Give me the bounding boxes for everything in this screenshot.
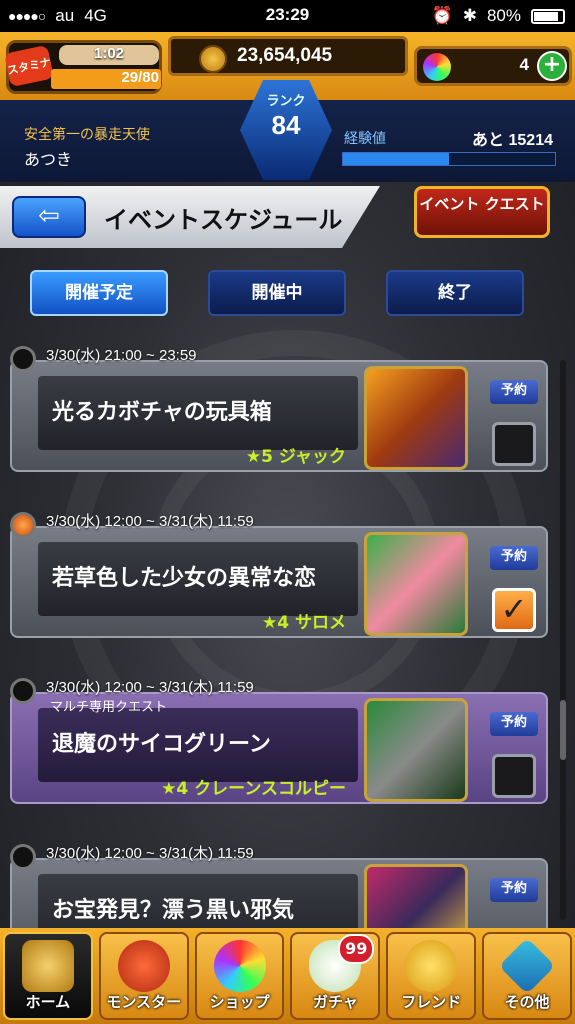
- gold-value: 23,654,045: [237, 45, 333, 66]
- checkmark-icon: ✓: [500, 590, 528, 628]
- event-card[interactable]: 光るカボチャの玩具箱 ★5 ジャック 予約 3/30(水) 21:00 ~ 23…: [10, 346, 548, 472]
- event-monster: ★4 サロメ: [262, 613, 346, 633]
- list-scrollbar[interactable]: [560, 360, 566, 920]
- monster-portrait-jack: [364, 366, 468, 470]
- schedule-tabs: 開催予定 開催中 終了: [30, 270, 530, 316]
- alarm-icon: ⏰: [431, 6, 453, 25]
- title-bar: ⇦ イベントスケジュール: [0, 186, 380, 248]
- page-title: イベントスケジュール: [104, 206, 343, 234]
- nav-home-label: ホーム: [25, 993, 71, 1011]
- battery-percent: 80%: [486, 6, 521, 25]
- reserve-label: 予約: [490, 712, 538, 736]
- battery-icon: [531, 8, 565, 24]
- monster-portrait-crane-scorpy: [364, 698, 468, 802]
- tab-ongoing[interactable]: 開催中: [208, 270, 346, 316]
- orb-count: 4: [519, 55, 529, 74]
- event-status-dot: [10, 678, 36, 704]
- player-name: あつき: [24, 150, 73, 169]
- event-info: マルチ専用クエスト 退魔のサイコグリーン: [38, 700, 358, 782]
- nav-gacha-label: ガチャ: [312, 993, 358, 1011]
- event-monster: ★5 ジャック: [245, 447, 346, 467]
- stamina-timer: 1:02: [59, 45, 159, 65]
- status-bar: ●●●●○ au 4G 23:29 ⏰ ✱ 80%: [0, 0, 575, 32]
- monster-icon: [117, 940, 170, 992]
- other-icon: [498, 937, 556, 995]
- reserve-checkbox[interactable]: [492, 422, 536, 466]
- stamina-panel[interactable]: スタミナ 1:02 29/80: [3, 40, 162, 94]
- gold-coin-icon: [199, 45, 227, 73]
- event-card-body: 若草色した少女の異常な恋 ★4 サロメ 予約 ✓: [10, 526, 548, 638]
- event-date: 3/30(水) 12:00 ~ 3/31(木) 11:59: [46, 845, 254, 862]
- reserve-checkbox[interactable]: [492, 754, 536, 798]
- exp-bar: [342, 152, 556, 166]
- nav-home[interactable]: ホーム: [3, 932, 93, 1020]
- bottom-navigation: ホーム モンスター ショップ 99 ガチャ フレンド その他: [0, 928, 575, 1024]
- event-name: 退魔のサイコグリーン: [52, 732, 271, 757]
- stamina-value: 29/80: [121, 69, 159, 86]
- stamina-icon: スタミナ: [3, 44, 55, 88]
- rank-value: 84: [271, 110, 301, 140]
- event-info: 光るカボチャの玩具箱: [38, 376, 358, 450]
- event-name: お宝発見？漂う黒い邪気: [52, 898, 295, 923]
- event-card-multi[interactable]: マルチ専用クエスト 退魔のサイコグリーン ★4 クレーンスコルピー 予約 3/3…: [10, 678, 548, 804]
- bluetooth-icon: ✱: [462, 6, 477, 25]
- home-icon: [21, 940, 74, 992]
- orb-panel: 4 +: [414, 46, 572, 86]
- nav-other[interactable]: その他: [482, 932, 572, 1020]
- event-status-dot: [10, 844, 36, 870]
- nav-friend-label: フレンド: [401, 993, 462, 1011]
- event-date: 3/30(水) 21:00 ~ 23:59: [46, 347, 197, 364]
- nav-gacha[interactable]: 99 ガチャ: [290, 932, 381, 1020]
- nav-shop[interactable]: ショップ: [194, 932, 285, 1020]
- event-subtitle: マルチ専用クエスト: [50, 700, 168, 715]
- exp-remaining: あと 15214: [472, 132, 553, 149]
- back-button[interactable]: ⇦: [12, 196, 86, 238]
- reserve-label: 予約: [490, 380, 538, 404]
- monster-portrait-salome: [364, 532, 468, 636]
- tab-upcoming[interactable]: 開催予定: [30, 270, 168, 316]
- reserve-checkbox-checked[interactable]: ✓: [492, 588, 536, 632]
- friend-icon: [405, 940, 458, 992]
- reserve-label: 予約: [490, 546, 538, 570]
- exp-label: 経験値: [344, 131, 386, 147]
- event-date: 3/30(水) 12:00 ~ 3/31(木) 11:59: [46, 679, 254, 696]
- event-quest-button[interactable]: イベント クエスト: [414, 186, 550, 238]
- orb-icon: [423, 53, 451, 81]
- player-header: スタミナ 1:02 29/80 23,654,045 4 + ランク 84 安全…: [0, 32, 575, 182]
- event-date: 3/30(水) 12:00 ~ 3/31(木) 11:59: [46, 513, 254, 530]
- nav-monster[interactable]: モンスター: [98, 932, 189, 1020]
- nav-other-label: その他: [504, 993, 550, 1011]
- event-status-dot-live: [10, 512, 36, 538]
- event-card-body: マルチ専用クエスト 退魔のサイコグリーン ★4 クレーンスコルピー 予約: [10, 692, 548, 804]
- nav-monster-label: モンスター: [106, 993, 182, 1011]
- event-card-body: 光るカボチャの玩具箱 ★5 ジャック 予約: [10, 360, 548, 472]
- reserve-label: 予約: [490, 878, 538, 902]
- event-info: 若草色した少女の異常な恋: [38, 542, 358, 616]
- gold-panel: 23,654,045: [168, 36, 408, 76]
- shop-orb-icon: [213, 940, 266, 992]
- back-arrow-icon: ⇦: [38, 201, 60, 231]
- event-monster: ★4 クレーンスコルピー: [161, 779, 346, 799]
- event-card[interactable]: 若草色した少女の異常な恋 ★4 サロメ 予約 ✓ 3/30(水) 12:00 ~…: [10, 512, 548, 638]
- player-title: 安全第一の暴走天使: [24, 127, 150, 143]
- event-name: 光るカボチャの玩具箱: [52, 400, 272, 425]
- nav-shop-label: ショップ: [209, 993, 270, 1011]
- event-schedule-screen: ●●●●○ au 4G 23:29 ⏰ ✱ 80% スタミナ 1:02 29/8…: [0, 0, 575, 1024]
- nav-friend[interactable]: フレンド: [386, 932, 477, 1020]
- event-status-dot: [10, 346, 36, 372]
- gacha-count-badge: 99: [338, 934, 375, 964]
- tab-ended[interactable]: 終了: [386, 270, 524, 316]
- event-name: 若草色した少女の異常な恋: [52, 566, 317, 591]
- add-orb-button[interactable]: +: [537, 51, 567, 81]
